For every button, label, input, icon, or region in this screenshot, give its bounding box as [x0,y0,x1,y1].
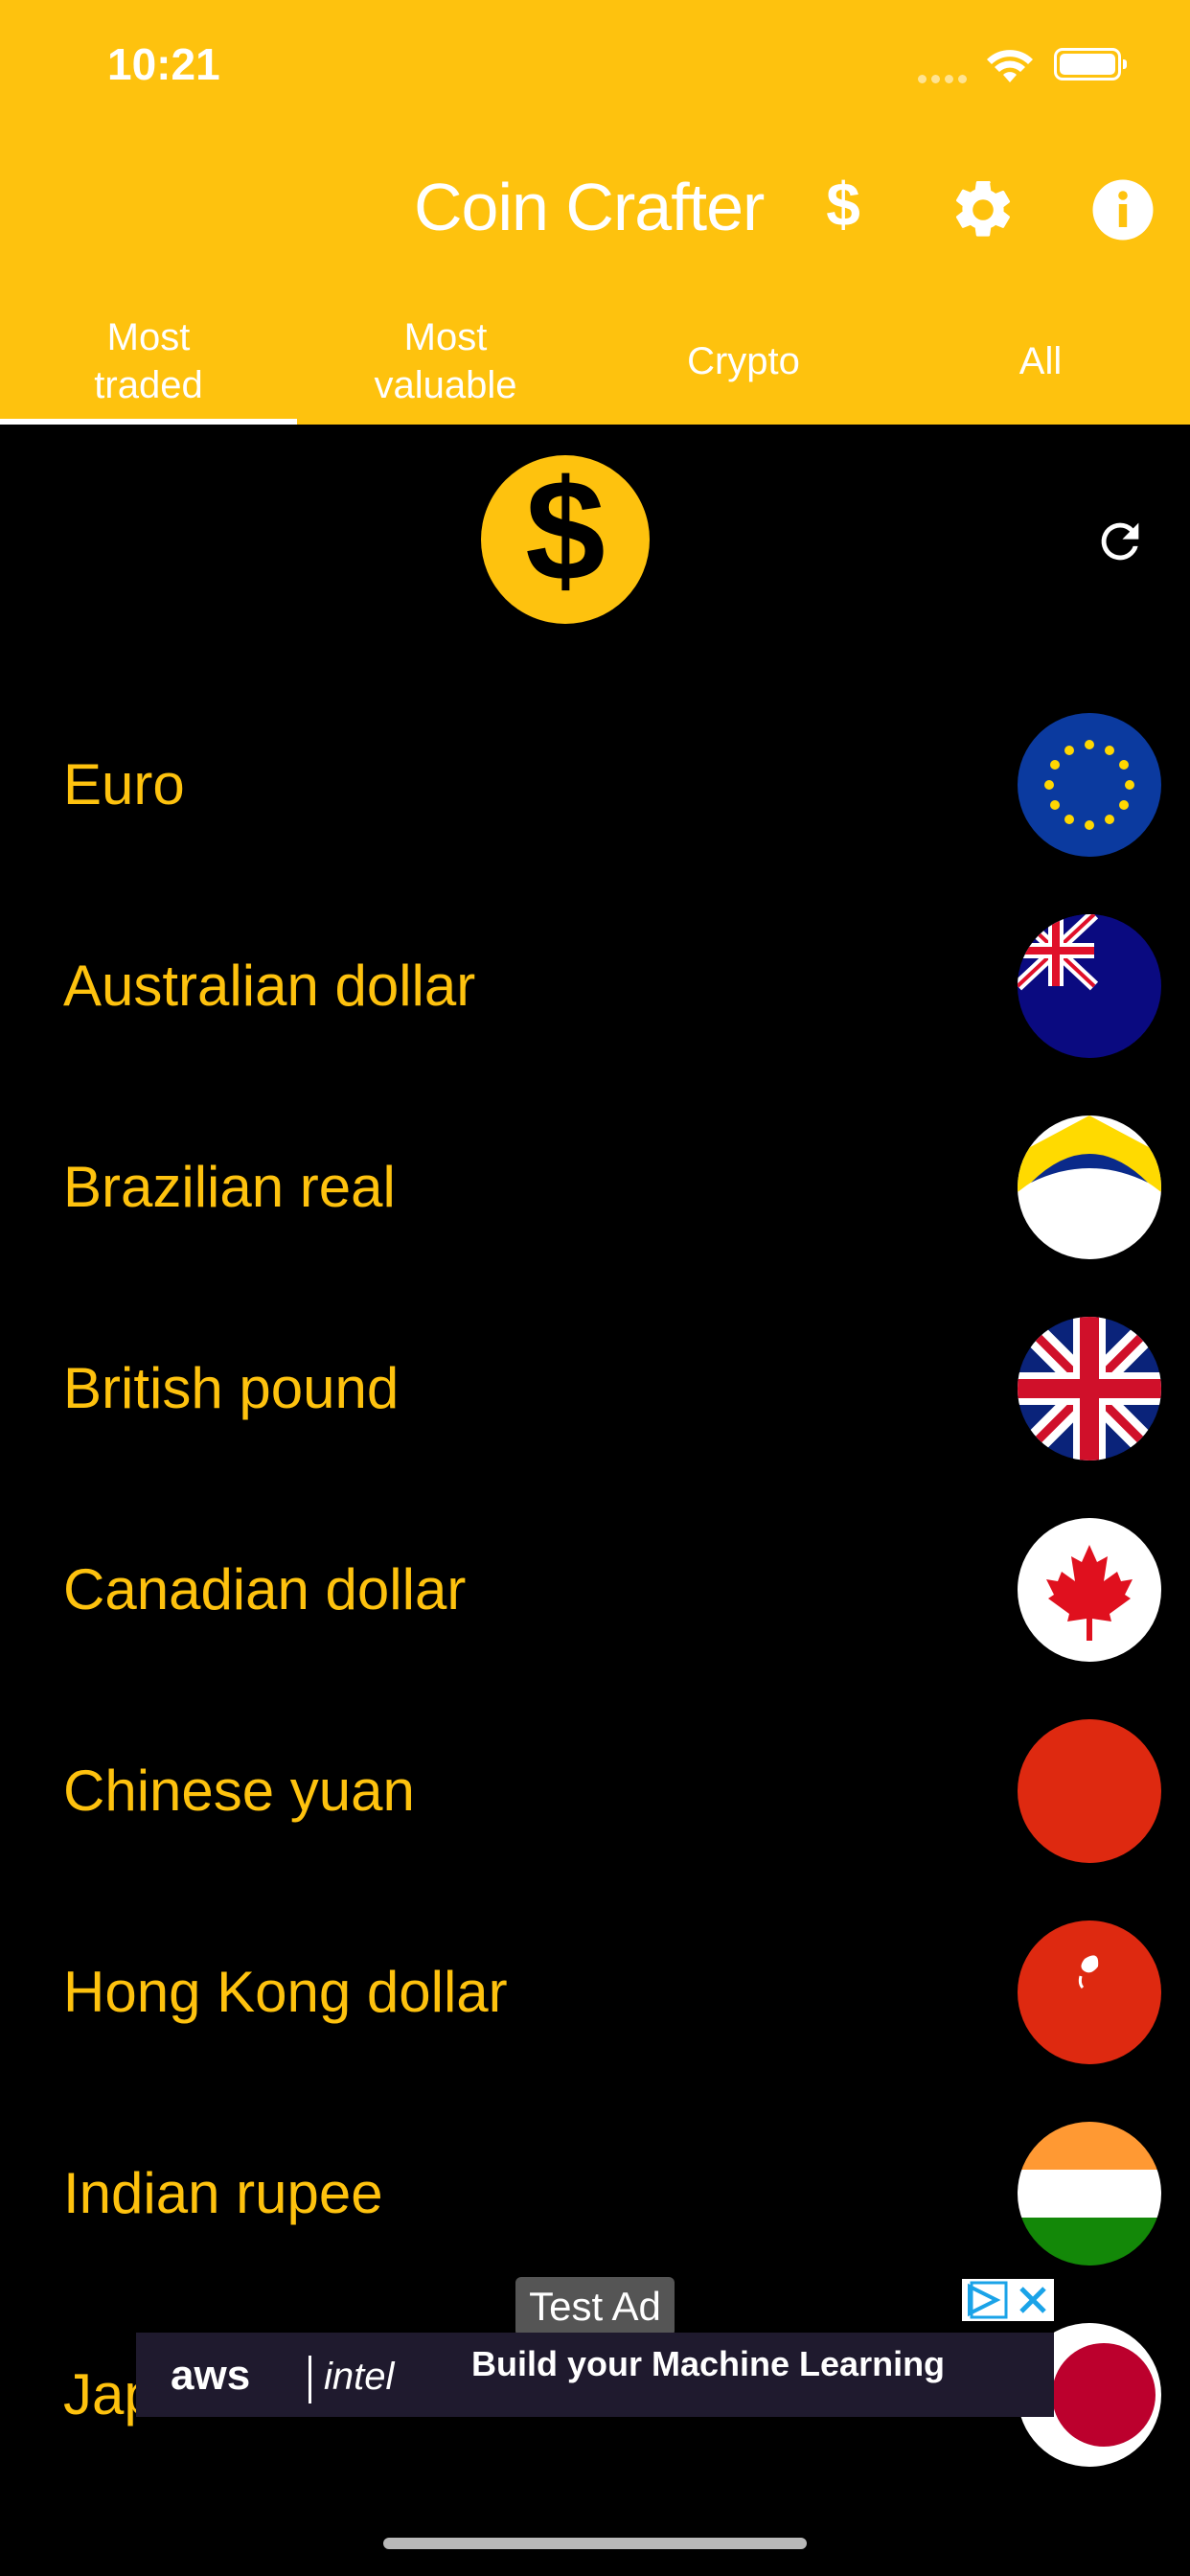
list-item-hong-kong-dollar[interactable]: Hong Kong dollar [0,1920,1190,2064]
app-title: Coin Crafter [414,170,765,244]
info-icon[interactable] [1088,175,1157,244]
brazil-flag-icon [1018,1116,1161,1259]
currency-name: Australian dollar [63,954,476,1018]
signal-icon [918,71,972,88]
list-item-australian-dollar[interactable]: Australian dollar [0,914,1190,1058]
list-item-brazilian-real[interactable]: Brazilian real [0,1116,1190,1259]
list-item-indian-rupee[interactable]: Indian rupee [0,2122,1190,2266]
ad-headline: Build your Machine Learning [471,2344,946,2383]
wifi-icon [987,50,1033,82]
ad-banner[interactable]: aws intel Build your Machine Learning [136,2333,1054,2417]
aws-logo: aws [171,2352,251,2399]
tab-most-traded[interactable]: Most traded [0,297,297,425]
china-flag-icon [1018,1719,1161,1863]
list-item-canadian-dollar[interactable]: Canadian dollar [0,1518,1190,1662]
dollar-coin-icon[interactable]: $ [481,449,650,624]
eu-flag-icon [1018,713,1161,857]
hong-kong-flag-icon [1018,1920,1161,2064]
currency-name: British pound [63,1356,400,1420]
app-header: 10:21 Coin Crafter $ Most traded Most va… [0,0,1190,425]
tab-most-valuable[interactable]: Most valuable [297,297,594,425]
active-tab-indicator [0,419,297,425]
tab-bar: Most traded Most valuable Crypto All [0,297,1190,425]
status-time: 10:21 [107,39,220,89]
base-currency-symbol: $ [525,455,605,610]
list-item-chinese-yuan[interactable]: Chinese yuan [0,1719,1190,1863]
intel-logo: intel [324,2356,395,2398]
refresh-icon[interactable] [1092,514,1148,569]
list-item-euro[interactable]: Euro [0,713,1190,857]
ad-divider [309,2356,311,2404]
gear-icon[interactable] [949,175,1018,244]
india-flag-icon [1018,2122,1161,2266]
tab-crypto[interactable]: Crypto [595,297,892,425]
currency-name: Euro [63,752,185,816]
currency-name: Hong Kong dollar [63,1960,508,2024]
battery-icon [1054,48,1127,80]
uk-flag-icon [1018,1317,1161,1460]
canada-flag-icon [1018,1518,1161,1662]
list-item-british-pound[interactable]: British pound [0,1317,1190,1460]
ad-label: Test Ad [515,2277,675,2336]
ad-choices-icon[interactable] [962,2279,1054,2321]
home-indicator [383,2538,807,2549]
currency-name: Canadian dollar [63,1557,467,1622]
currency-name: Chinese yuan [63,1759,415,1823]
tab-all[interactable]: All [892,297,1189,425]
currency-button[interactable]: $ [822,169,864,240]
australia-flag-icon [1018,914,1161,1058]
currency-name: Indian rupee [63,2161,383,2225]
currency-name: Brazilian real [63,1155,396,1219]
